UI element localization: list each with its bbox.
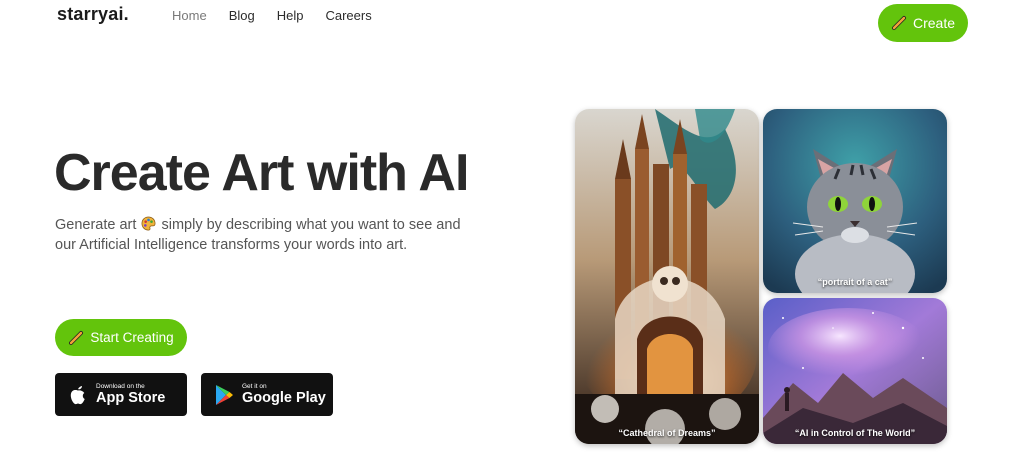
palette-icon xyxy=(142,216,156,231)
main-nav: Home Blog Help Careers xyxy=(172,8,372,23)
nav-help[interactable]: Help xyxy=(277,8,304,23)
app-store-text: Download on the App Store xyxy=(96,383,165,406)
app-store-big: App Store xyxy=(96,390,166,406)
nav-home[interactable]: Home xyxy=(172,8,207,23)
apple-icon xyxy=(70,385,85,404)
gallery-card-cat[interactable]: “portrait of a cat” xyxy=(763,109,947,293)
cathedral-caption: “Cathedral of Dreams” xyxy=(618,428,716,438)
pencil-icon xyxy=(891,16,906,30)
hero-subtitle: Generate art simply by describing what y… xyxy=(55,215,475,255)
cat-caption: “portrait of a cat” xyxy=(817,277,893,287)
start-creating-button[interactable]: Start Creating xyxy=(55,319,187,356)
google-play-button[interactable]: Get it on Google Play xyxy=(201,373,333,416)
app-store-button[interactable]: Download on the App Store xyxy=(55,373,187,416)
gallery-card-cathedral[interactable]: “Cathedral of Dreams” xyxy=(575,109,759,444)
nav-careers[interactable]: Careers xyxy=(325,8,371,23)
space-image xyxy=(763,298,947,444)
google-play-big: Google Play xyxy=(242,390,326,406)
google-play-small: Get it on xyxy=(242,383,267,390)
cathedral-image xyxy=(575,109,759,444)
pencil-icon xyxy=(69,330,84,345)
header-create-button[interactable]: Create xyxy=(878,4,968,42)
create-label: Create xyxy=(912,15,956,31)
brand-name: starryai xyxy=(57,4,124,24)
google-play-text: Get it on Google Play xyxy=(242,383,326,406)
nav-blog[interactable]: Blog xyxy=(229,8,255,23)
gallery-card-space[interactable]: “AI in Control of The World” xyxy=(763,298,947,444)
hero-title: Create Art with AI xyxy=(54,144,469,202)
brand-logo[interactable]: starryai. xyxy=(57,4,129,25)
cat-image xyxy=(763,109,947,293)
brand-dot: . xyxy=(123,4,129,24)
google-play-icon xyxy=(216,384,233,405)
start-creating-label: Start Creating xyxy=(90,330,174,345)
hero-subtitle-part1: Generate art xyxy=(55,217,137,233)
space-caption: “AI in Control of The World” xyxy=(794,428,916,438)
app-store-small: Download on the xyxy=(96,383,145,390)
